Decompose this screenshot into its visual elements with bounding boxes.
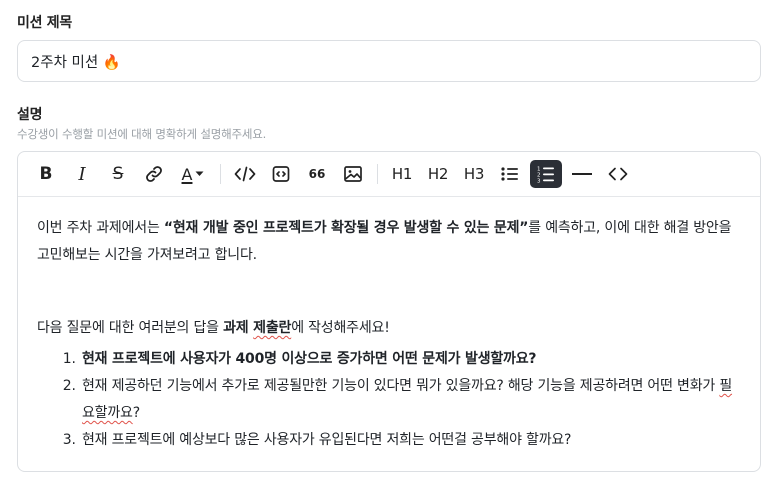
code-block-button[interactable] bbox=[265, 160, 297, 188]
heading-2-button[interactable]: H2 bbox=[422, 160, 454, 188]
heading-1-button[interactable]: H1 bbox=[386, 160, 418, 188]
text-color-icon: A bbox=[182, 165, 205, 184]
bullet-list-button[interactable] bbox=[494, 160, 526, 188]
code-block-icon bbox=[272, 166, 290, 182]
mission-title-label: 미션 제목 bbox=[17, 15, 72, 31]
image-icon bbox=[344, 166, 362, 182]
bullet-list-icon bbox=[501, 167, 518, 181]
description-label: 설명 bbox=[17, 107, 43, 123]
source-code-icon bbox=[608, 167, 628, 181]
italic-icon: I bbox=[78, 163, 86, 185]
rich-text-editor: B I S A 66 H1 H2 H3 1 2 3 이번 주차 과제에서는 “현… bbox=[17, 151, 761, 472]
list-item: 현재 프로젝트에 사용자가 400명 이상으로 증가하면 어떤 문제가 발생할까… bbox=[80, 346, 743, 373]
intro-paragraph: 이번 주차 과제에서는 “현재 개발 중인 프로젝트가 확장될 경우 발생할 수… bbox=[37, 220, 732, 263]
heading-3-icon: H3 bbox=[463, 165, 485, 183]
svg-text:3: 3 bbox=[537, 179, 541, 184]
image-button[interactable] bbox=[337, 160, 369, 188]
mission-title-input[interactable]: 2주차 미션 🔥 bbox=[17, 40, 761, 82]
editor-toolbar: B I S A 66 H1 H2 H3 1 2 3 bbox=[18, 152, 760, 197]
italic-button[interactable]: I bbox=[66, 160, 98, 188]
question-list: 현재 프로젝트에 사용자가 400명 이상으로 증가하면 어떤 문제가 발생할까… bbox=[37, 346, 743, 454]
bold-icon: B bbox=[39, 164, 53, 184]
heading-1-icon: H1 bbox=[391, 165, 413, 183]
mission-title-value: 2주차 미션 🔥 bbox=[31, 54, 121, 71]
heading-3-button[interactable]: H3 bbox=[458, 160, 490, 188]
source-code-button[interactable] bbox=[602, 160, 634, 188]
ordered-list-button[interactable]: 1 2 3 bbox=[530, 160, 562, 188]
text-color-button[interactable]: A bbox=[174, 160, 212, 188]
description-hint: 수강생이 수행할 미션에 대해 명확하게 설명해주세요. bbox=[17, 127, 267, 141]
editor-content[interactable]: 이번 주차 과제에서는 “현재 개발 중인 프로젝트가 확장될 경우 발생할 수… bbox=[18, 197, 760, 454]
quote-icon: 66 bbox=[308, 167, 326, 181]
horizontal-rule-button[interactable] bbox=[566, 160, 598, 188]
empty-line bbox=[37, 269, 743, 315]
list-item: 현재 제공하던 기능에서 추가로 제공될만한 기능이 있다면 뭐가 있을까요? … bbox=[80, 373, 743, 427]
quote-button[interactable]: 66 bbox=[301, 160, 333, 188]
toolbar-divider bbox=[377, 164, 378, 184]
list-item: 현재 프로젝트에 예상보다 많은 사용자가 유입된다면 저희는 어떤걸 공부해야… bbox=[80, 427, 743, 454]
ordered-list-icon: 1 2 3 bbox=[537, 167, 554, 184]
strikethrough-button[interactable]: S bbox=[102, 160, 134, 188]
code-icon bbox=[234, 166, 256, 182]
inline-code-button[interactable] bbox=[229, 160, 261, 188]
bold-button[interactable]: B bbox=[30, 160, 62, 188]
toolbar-divider bbox=[220, 164, 221, 184]
link-button[interactable] bbox=[138, 160, 170, 188]
instruction-paragraph: 다음 질문에 대한 여러분의 답을 과제 제출란에 작성해주세요! bbox=[37, 320, 390, 336]
strikethrough-icon: S bbox=[112, 164, 124, 184]
horizontal-rule-icon bbox=[572, 173, 592, 175]
link-icon bbox=[146, 166, 162, 182]
heading-2-icon: H2 bbox=[427, 165, 449, 183]
